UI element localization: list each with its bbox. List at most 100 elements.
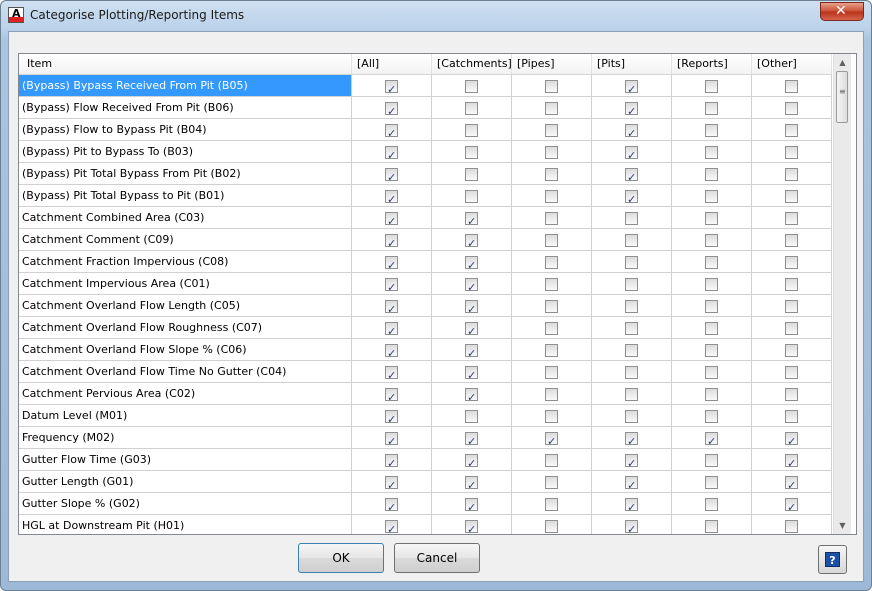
checkbox-other[interactable]	[785, 300, 798, 313]
checkbox-other[interactable]	[785, 431, 798, 452]
checkbox-pits[interactable]	[625, 475, 638, 496]
checkbox-pipes[interactable]	[545, 234, 558, 247]
checkbox-reports[interactable]	[705, 498, 718, 511]
table-row[interactable]: Catchment Combined Area (C03)	[19, 207, 832, 232]
item-name-cell[interactable]: Catchment Comment (C09)	[19, 229, 352, 250]
checkbox-all[interactable]	[385, 453, 398, 474]
checkbox-reports[interactable]	[705, 190, 718, 203]
checkbox-reports[interactable]	[705, 146, 718, 159]
item-name-cell[interactable]: (Bypass) Pit Total Bypass to Pit (B01)	[19, 185, 352, 206]
table-row[interactable]: Catchment Fraction Impervious (C08)	[19, 251, 832, 276]
checkbox-pits[interactable]	[625, 101, 638, 122]
checkbox-pipes[interactable]	[545, 476, 558, 489]
item-name-cell[interactable]: (Bypass) Flow to Bypass Pit (B04)	[19, 119, 352, 140]
checkbox-pipes[interactable]	[545, 256, 558, 269]
checkbox-pits[interactable]	[625, 212, 638, 225]
item-name-cell[interactable]: Catchment Fraction Impervious (C08)	[19, 251, 352, 272]
checkbox-reports[interactable]	[705, 520, 718, 533]
checkbox-catchments[interactable]	[465, 519, 478, 534]
scroll-thumb[interactable]: ≡	[836, 71, 848, 123]
table-row[interactable]: Gutter Flow Time (G03)	[19, 449, 832, 474]
checkbox-pits[interactable]	[625, 497, 638, 518]
checkbox-pits[interactable]	[625, 410, 638, 423]
cancel-button[interactable]: Cancel	[394, 543, 480, 573]
item-name-cell[interactable]: Datum Level (M01)	[19, 405, 352, 426]
checkbox-reports[interactable]	[705, 124, 718, 137]
checkbox-catchments[interactable]	[465, 168, 478, 181]
checkbox-catchments[interactable]	[465, 453, 478, 474]
checkbox-pits[interactable]	[625, 278, 638, 291]
checkbox-catchments[interactable]	[465, 80, 478, 93]
checkbox-pipes[interactable]	[545, 388, 558, 401]
checkbox-other[interactable]	[785, 453, 798, 474]
checkbox-all[interactable]	[385, 497, 398, 518]
checkbox-catchments[interactable]	[465, 410, 478, 423]
checkbox-pits[interactable]	[625, 519, 638, 534]
checkbox-pipes[interactable]	[545, 278, 558, 291]
item-name-cell[interactable]: Frequency (M02)	[19, 427, 352, 448]
checkbox-pipes[interactable]	[545, 102, 558, 115]
checkbox-all[interactable]	[385, 409, 398, 430]
checkbox-all[interactable]	[385, 519, 398, 534]
checkbox-pipes[interactable]	[545, 322, 558, 335]
checkbox-reports[interactable]	[705, 476, 718, 489]
checkbox-other[interactable]	[785, 475, 798, 496]
checkbox-other[interactable]	[785, 497, 798, 518]
column-header-all[interactable]: [All]	[352, 54, 432, 74]
checkbox-other[interactable]	[785, 102, 798, 115]
checkbox-catchments[interactable]	[465, 233, 478, 254]
checkbox-reports[interactable]	[705, 410, 718, 423]
item-name-cell[interactable]: Gutter Slope % (G02)	[19, 493, 352, 514]
column-header-pits[interactable]: [Pits]	[592, 54, 672, 74]
table-row[interactable]: HGL at Downstream Pit (H01)	[19, 515, 832, 534]
checkbox-catchments[interactable]	[465, 211, 478, 232]
checkbox-all[interactable]	[385, 255, 398, 276]
table-row[interactable]: Catchment Overland Flow Length (C05)	[19, 295, 832, 320]
checkbox-pits[interactable]	[625, 322, 638, 335]
table-row[interactable]: (Bypass) Flow to Bypass Pit (B04)	[19, 119, 832, 144]
column-header-item[interactable]: Item	[19, 54, 352, 74]
table-row[interactable]: Gutter Slope % (G02)	[19, 493, 832, 518]
checkbox-all[interactable]	[385, 431, 398, 452]
checkbox-pipes[interactable]	[545, 168, 558, 181]
item-name-cell[interactable]: Gutter Flow Time (G03)	[19, 449, 352, 470]
checkbox-all[interactable]	[385, 299, 398, 320]
checkbox-pipes[interactable]	[545, 410, 558, 423]
table-row[interactable]: Catchment Pervious Area (C02)	[19, 383, 832, 408]
item-name-cell[interactable]: Catchment Overland Flow Length (C05)	[19, 295, 352, 316]
checkbox-catchments[interactable]	[465, 299, 478, 320]
checkbox-catchments[interactable]	[465, 497, 478, 518]
item-name-cell[interactable]: (Bypass) Pit to Bypass To (B03)	[19, 141, 352, 162]
checkbox-reports[interactable]	[705, 256, 718, 269]
table-row[interactable]: Catchment Overland Flow Time No Gutter (…	[19, 361, 832, 386]
table-row[interactable]: Frequency (M02)	[19, 427, 832, 452]
table-row[interactable]: Catchment Overland Flow Roughness (C07)	[19, 317, 832, 342]
checkbox-pits[interactable]	[625, 79, 638, 100]
checkbox-other[interactable]	[785, 190, 798, 203]
column-header-reports[interactable]: [Reports]	[672, 54, 752, 74]
checkbox-other[interactable]	[785, 344, 798, 357]
checkbox-all[interactable]	[385, 321, 398, 342]
scroll-up-arrow-icon[interactable]: ▲	[834, 54, 851, 71]
scroll-down-arrow-icon[interactable]: ▼	[834, 517, 851, 534]
checkbox-reports[interactable]	[705, 300, 718, 313]
checkbox-pipes[interactable]	[545, 366, 558, 379]
checkbox-catchments[interactable]	[465, 475, 478, 496]
checkbox-pipes[interactable]	[545, 520, 558, 533]
ok-button[interactable]: OK	[298, 543, 384, 573]
help-button[interactable]: ?	[818, 545, 847, 574]
item-name-cell[interactable]: Gutter Length (G01)	[19, 471, 352, 492]
checkbox-reports[interactable]	[705, 80, 718, 93]
checkbox-all[interactable]	[385, 167, 398, 188]
checkbox-catchments[interactable]	[465, 255, 478, 276]
item-name-cell[interactable]: (Bypass) Pit Total Bypass From Pit (B02)	[19, 163, 352, 184]
checkbox-pits[interactable]	[625, 234, 638, 247]
checkbox-pipes[interactable]	[545, 300, 558, 313]
checkbox-catchments[interactable]	[465, 102, 478, 115]
checkbox-pits[interactable]	[625, 189, 638, 210]
item-name-cell[interactable]: Catchment Overland Flow Slope % (C06)	[19, 339, 352, 360]
checkbox-pits[interactable]	[625, 388, 638, 401]
checkbox-other[interactable]	[785, 278, 798, 291]
checkbox-all[interactable]	[385, 277, 398, 298]
checkbox-reports[interactable]	[705, 212, 718, 225]
